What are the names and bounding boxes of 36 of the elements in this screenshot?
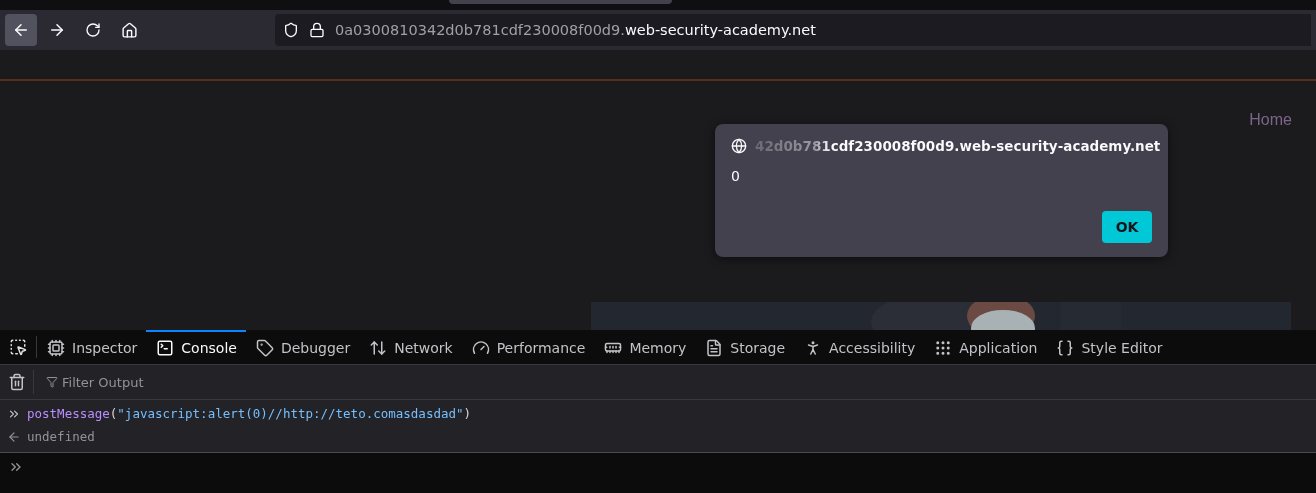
console-command: postMessage("javascript:alert(0)//http://teto.comasdasdad")	[27, 406, 472, 421]
braces-icon	[1056, 339, 1075, 357]
gauge-icon	[471, 339, 490, 357]
address-bar[interactable]: 0a0300810342d0b781cdf230008f00d9.web-security-academy.net	[275, 14, 1311, 46]
url-subdomain: 0a0300810342d0b781cdf230008f00d9.	[335, 22, 625, 38]
console-result: undefined	[27, 429, 95, 444]
chip-icon	[47, 339, 65, 357]
devtools-tab[interactable]: Accessibility	[794, 330, 925, 364]
devtools-tab[interactable]: Network	[359, 330, 462, 364]
grid-icon	[934, 339, 953, 357]
globe-icon	[731, 138, 747, 154]
url-domain: web-security-academy.net	[624, 22, 816, 38]
trash-icon	[7, 373, 26, 391]
reload-icon	[85, 22, 101, 38]
devtools-tab[interactable]: Style Editor	[1046, 330, 1172, 364]
house-icon	[120, 21, 138, 39]
filter-icon	[46, 376, 58, 388]
alert-message: 0	[731, 168, 741, 184]
terminal-icon	[156, 339, 175, 357]
lock-icon	[309, 22, 325, 38]
devtools-tab[interactable]: Storage	[695, 330, 795, 364]
up-down-arrows-icon	[369, 339, 388, 357]
forward-arrow-icon	[48, 21, 66, 39]
result-arrow-icon	[7, 429, 21, 444]
devtools-tab[interactable]: Performance	[461, 330, 595, 364]
devtools-tab[interactable]: Inspector	[37, 330, 147, 364]
devtools-tab[interactable]: Memory	[594, 330, 696, 364]
tag-icon	[255, 339, 274, 357]
back-button[interactable]	[5, 14, 37, 46]
devtools-tab[interactable]: Application	[924, 330, 1047, 364]
ok-button[interactable]: OK	[1102, 211, 1152, 243]
filter-field[interactable]: Filter Output	[46, 374, 144, 390]
file-icon	[705, 339, 724, 357]
pointer-icon	[9, 338, 27, 356]
devtools-tab[interactable]: Debugger	[245, 330, 360, 364]
shield-icon	[283, 22, 299, 38]
